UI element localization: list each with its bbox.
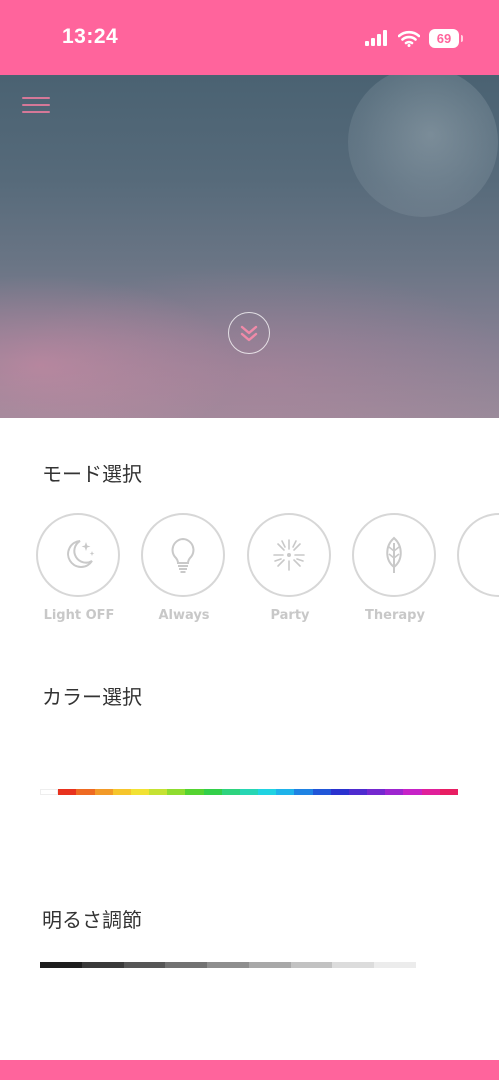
color-section-title: カラー選択	[42, 685, 142, 709]
color-swatch[interactable]	[76, 789, 95, 795]
brightness-section-title: 明るさ調節	[42, 908, 142, 932]
mode-party[interactable]: Party	[247, 513, 333, 623]
mode-circle	[36, 513, 120, 597]
color-swatch[interactable]	[40, 789, 59, 795]
color-swatch[interactable]	[94, 789, 113, 795]
wifi-icon	[398, 30, 420, 47]
color-swatch[interactable]	[403, 789, 422, 795]
mode-label: Party	[270, 608, 310, 623]
mode-next-partial[interactable]	[457, 513, 499, 597]
color-swatch[interactable]	[185, 789, 204, 795]
color-swatch[interactable]	[312, 789, 331, 795]
color-swatch[interactable]	[221, 789, 240, 795]
mode-always[interactable]: Always	[141, 513, 227, 623]
expand-button[interactable]	[228, 312, 270, 354]
color-swatch[interactable]	[421, 789, 440, 795]
color-swatch[interactable]	[167, 789, 186, 795]
moon-stars-icon	[67, 540, 95, 568]
bottom-bar	[0, 1060, 499, 1080]
moon-image	[348, 75, 498, 217]
color-swatch[interactable]	[112, 789, 131, 795]
color-swatch[interactable]	[58, 789, 77, 795]
brightness-level[interactable]	[207, 962, 249, 968]
light-bulb-icon	[171, 537, 195, 573]
mode-therapy[interactable]: Therapy	[352, 513, 438, 623]
color-swatch[interactable]	[258, 789, 277, 795]
status-icons: 69	[365, 27, 463, 49]
mode-light-off[interactable]: Light OFF	[36, 513, 122, 623]
mode-circle	[352, 513, 436, 597]
brightness-level[interactable]	[40, 962, 82, 968]
hamburger-menu-icon[interactable]	[22, 97, 50, 117]
brightness-slider[interactable]	[40, 962, 417, 968]
mode-label: Light OFF	[43, 608, 115, 623]
cellular-signal-icon	[365, 30, 387, 46]
mode-label: Therapy	[365, 608, 425, 623]
brightness-level[interactable]	[81, 962, 124, 968]
mode-list: Light OFF Always Party Therapy	[36, 513, 499, 633]
leaf-icon	[386, 536, 402, 573]
brightness-level[interactable]	[290, 962, 333, 968]
hero-background	[0, 75, 499, 418]
color-swatch[interactable]	[276, 789, 295, 795]
color-swatch[interactable]	[239, 789, 259, 795]
partial-mode-icon	[457, 513, 499, 597]
color-swatch[interactable]	[130, 789, 150, 795]
double-chevron-down-icon	[240, 325, 258, 342]
firework-icon	[273, 539, 305, 571]
status-time: 13:24	[62, 25, 119, 48]
color-swatch[interactable]	[203, 789, 222, 795]
brightness-level[interactable]	[123, 962, 166, 968]
color-swatch[interactable]	[348, 789, 368, 795]
color-swatch[interactable]	[294, 789, 313, 795]
brightness-level[interactable]	[332, 962, 375, 968]
brightness-level[interactable]	[374, 962, 417, 968]
color-picker-bar[interactable]	[40, 789, 458, 795]
mode-label: Always	[158, 608, 210, 623]
color-swatch[interactable]	[385, 789, 404, 795]
color-swatch[interactable]	[149, 789, 168, 795]
mode-section-title: モード選択	[42, 462, 142, 486]
color-swatch[interactable]	[367, 789, 386, 795]
mode-circle	[247, 513, 331, 597]
status-bar: 13:24 69	[0, 0, 499, 75]
brightness-level[interactable]	[165, 962, 208, 968]
mode-circle	[141, 513, 225, 597]
color-swatch[interactable]	[439, 789, 458, 795]
color-swatch[interactable]	[330, 789, 349, 795]
brightness-level[interactable]	[248, 962, 291, 968]
battery-indicator: 69	[429, 28, 463, 48]
